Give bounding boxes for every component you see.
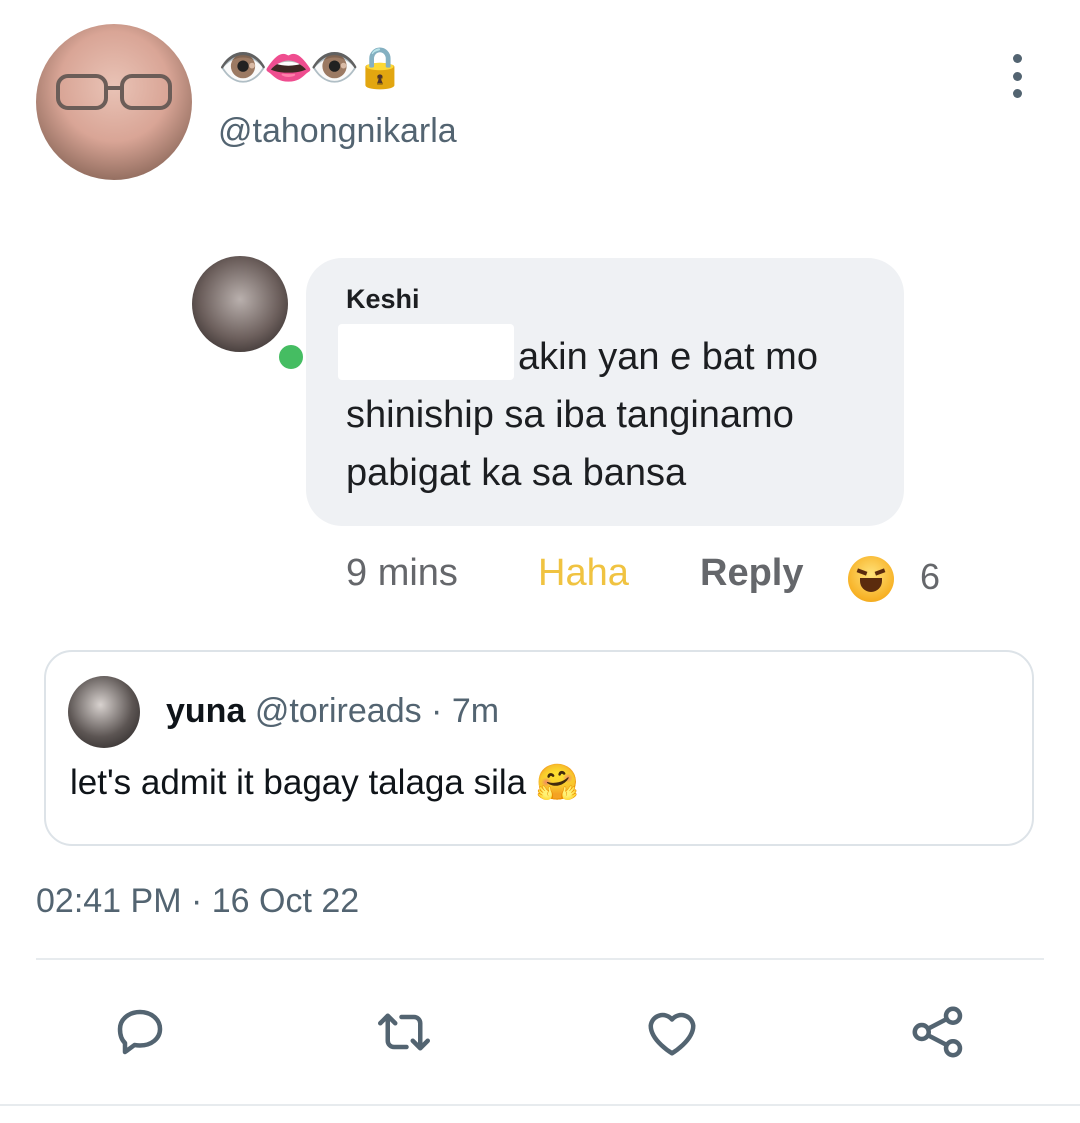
author-display-name[interactable]: 👁️👄👁️🔒 xyxy=(218,46,405,90)
tweet-timestamp: 02:41 PM · 16 Oct 22 xyxy=(36,882,360,920)
reply-icon xyxy=(117,1009,163,1055)
reaction-count: 6 xyxy=(920,556,941,597)
divider xyxy=(36,958,1044,960)
comment-author-name: Keshi xyxy=(346,284,420,314)
quoted-author-handle-time: @torireads · 7m xyxy=(254,692,500,730)
quoted-author: yuna @torireads · 7m xyxy=(166,692,499,731)
glasses-graphic xyxy=(56,74,172,110)
retweet-icon xyxy=(378,1013,430,1051)
comment-avatar xyxy=(192,256,288,352)
share-icon xyxy=(912,1006,963,1058)
reply-button[interactable] xyxy=(108,1000,172,1064)
quoted-author-name: yuna xyxy=(166,692,246,730)
online-status-dot xyxy=(276,342,306,372)
author-avatar[interactable] xyxy=(36,24,192,180)
haha-reaction-icon xyxy=(848,556,894,602)
retweet-button[interactable] xyxy=(372,1000,436,1064)
comment-time: 9 mins xyxy=(346,552,458,594)
like-button[interactable] xyxy=(640,1000,704,1064)
share-button[interactable] xyxy=(906,1000,970,1064)
redacted-name xyxy=(338,324,514,380)
more-dot xyxy=(1012,71,1022,81)
more-dot xyxy=(1012,54,1022,63)
quoted-tweet-text: let's admit it bagay talaga sila 🤗 xyxy=(70,763,580,802)
author-handle[interactable]: @tahongnikarla xyxy=(218,112,457,151)
quoted-tweet-card[interactable] xyxy=(44,650,1034,846)
quoted-author-avatar xyxy=(68,676,140,748)
bottom-divider xyxy=(0,1104,1080,1106)
more-options-icon[interactable] xyxy=(1000,54,1034,98)
comment-reply-label: Reply xyxy=(700,552,804,594)
more-dot xyxy=(1012,89,1022,98)
comment-haha-label: Haha xyxy=(538,552,629,594)
like-icon xyxy=(648,1012,696,1056)
